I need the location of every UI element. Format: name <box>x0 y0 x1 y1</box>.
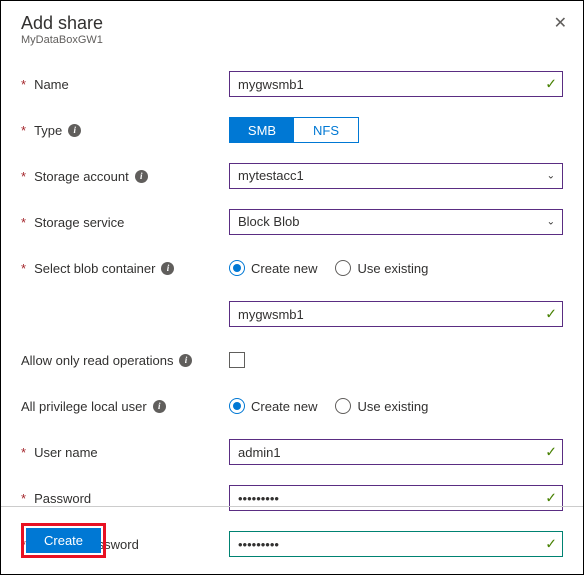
label-blob-container: Select blob container <box>34 261 155 276</box>
row-storage-account: * Storage account i mytestacc1 ⌄ <box>21 162 563 190</box>
type-smb[interactable]: SMB <box>230 118 294 142</box>
blob-use-existing-radio[interactable]: Use existing <box>335 260 428 276</box>
radio-label: Create new <box>251 261 317 276</box>
panel-header: Add share MyDataBoxGW1 ✕ <box>1 1 583 52</box>
storage-account-select[interactable]: mytestacc1 <box>229 163 563 189</box>
info-icon[interactable]: i <box>135 170 148 183</box>
label-storage-account: Storage account <box>34 169 129 184</box>
required-asterisk: * <box>21 169 26 184</box>
info-icon[interactable]: i <box>161 262 174 275</box>
info-icon[interactable]: i <box>153 400 166 413</box>
user-create-new-radio[interactable]: Create new <box>229 398 317 414</box>
storage-service-select[interactable]: Block Blob <box>229 209 563 235</box>
blob-create-new-radio[interactable]: Create new <box>229 260 317 276</box>
create-button[interactable]: Create <box>26 528 101 553</box>
name-input[interactable] <box>229 71 563 97</box>
row-storage-service: * Storage service Block Blob ⌄ <box>21 208 563 236</box>
label-local-user: All privilege local user <box>21 399 147 414</box>
readonly-checkbox[interactable] <box>229 352 245 368</box>
row-name: * Name ✓ <box>21 70 563 98</box>
required-asterisk: * <box>21 491 26 506</box>
radio-label: Create new <box>251 399 317 414</box>
label-type: Type <box>34 123 62 138</box>
panel-subtitle: MyDataBoxGW1 <box>21 34 563 46</box>
username-input[interactable] <box>229 439 563 465</box>
info-icon[interactable]: i <box>179 354 192 367</box>
user-use-existing-radio[interactable]: Use existing <box>335 398 428 414</box>
row-username: * User name ✓ <box>21 438 563 466</box>
label-username: User name <box>34 445 98 460</box>
radio-label: Use existing <box>357 399 428 414</box>
row-type: * Type i SMB NFS <box>21 116 563 144</box>
close-icon[interactable]: ✕ <box>554 13 567 33</box>
blob-name-input[interactable] <box>229 301 563 327</box>
label-name: Name <box>34 77 69 92</box>
row-local-user: All privilege local user i Create new Us… <box>21 392 563 420</box>
panel-title: Add share <box>21 13 563 34</box>
form-body: * Name ✓ * Type i SMB NFS * Storage acco… <box>1 52 583 576</box>
row-readonly: Allow only read operations i <box>21 346 563 374</box>
radio-label: Use existing <box>357 261 428 276</box>
label-storage-service: Storage service <box>34 215 124 230</box>
create-highlight: Create <box>21 523 106 558</box>
required-asterisk: * <box>21 445 26 460</box>
info-icon[interactable]: i <box>68 124 81 137</box>
row-blob-container: * Select blob container i Create new Use… <box>21 254 563 282</box>
type-toggle: SMB NFS <box>229 117 359 143</box>
required-asterisk: * <box>21 261 26 276</box>
required-asterisk: * <box>21 123 26 138</box>
type-nfs[interactable]: NFS <box>294 118 358 142</box>
footer: Create <box>1 506 583 574</box>
required-asterisk: * <box>21 215 26 230</box>
required-asterisk: * <box>21 77 26 92</box>
label-readonly: Allow only read operations <box>21 353 173 368</box>
label-password: Password <box>34 491 91 506</box>
row-blob-name: ✓ <box>21 300 563 328</box>
